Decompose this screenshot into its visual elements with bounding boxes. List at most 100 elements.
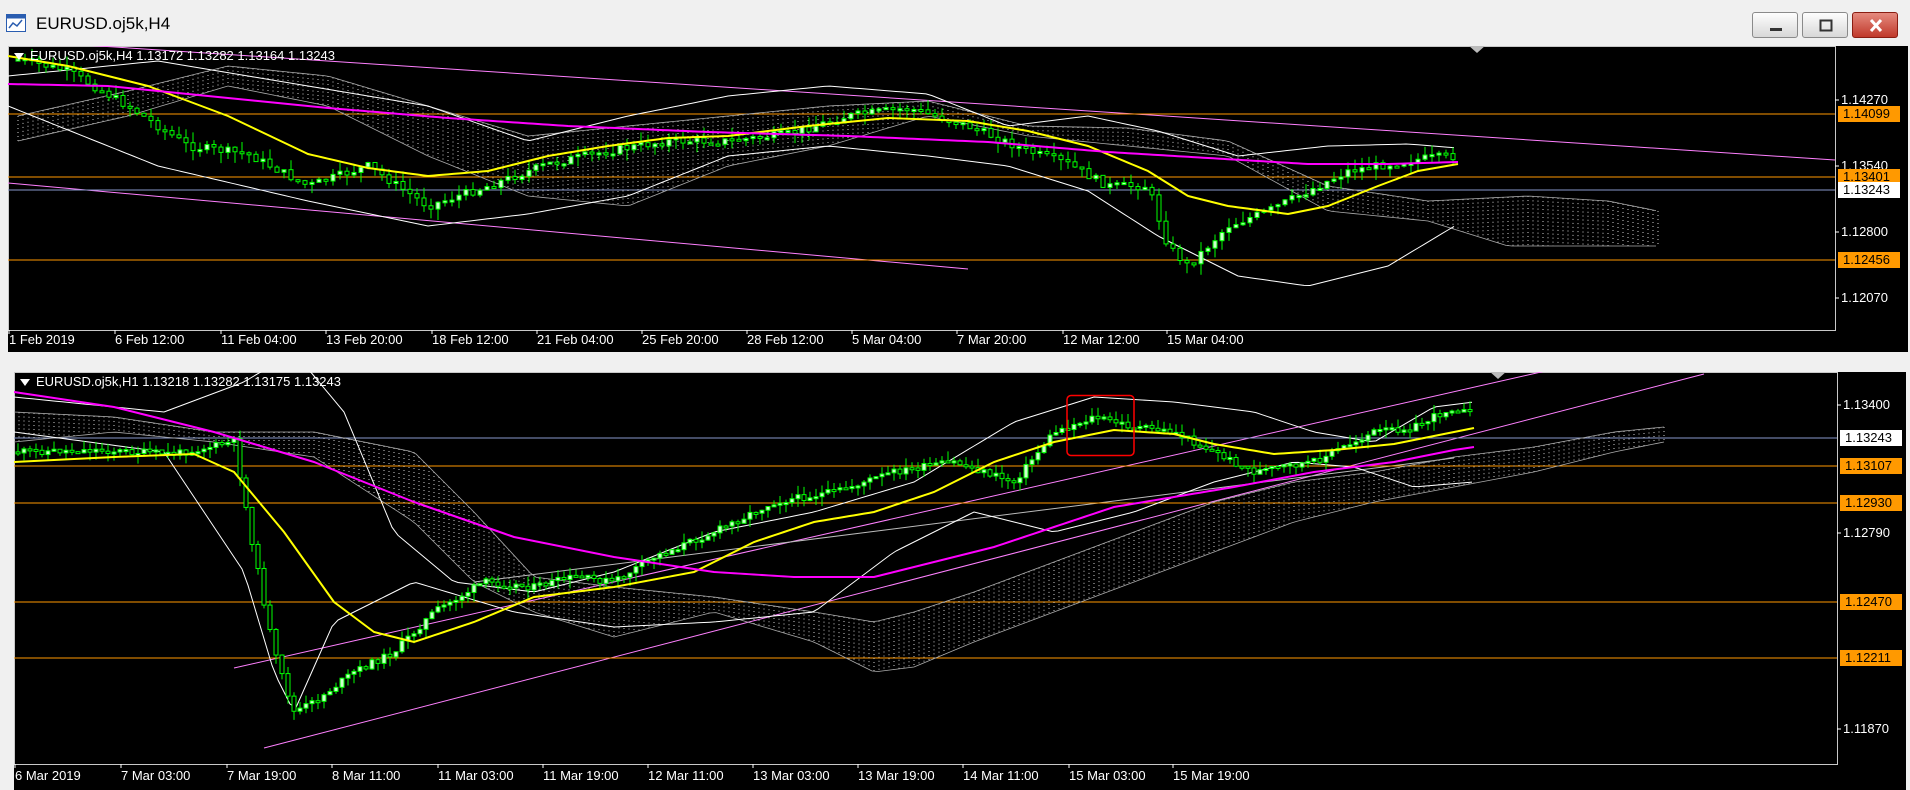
candle-body — [953, 121, 959, 126]
candle-body — [921, 463, 927, 471]
candle-body — [237, 438, 243, 479]
candle-body — [323, 178, 329, 182]
candle-body — [1245, 465, 1251, 469]
h1-chart-canvas[interactable] — [14, 372, 1906, 790]
candle-body — [1125, 421, 1131, 429]
candle-body — [363, 666, 369, 670]
collapse-triangle-icon[interactable] — [20, 378, 30, 386]
candle-body — [441, 604, 447, 608]
price-scale-label: 1.12800 — [1841, 224, 1888, 239]
candle-body — [633, 566, 639, 574]
candle-body — [78, 70, 84, 77]
close-button[interactable] — [1852, 12, 1898, 38]
candle-body — [879, 473, 885, 478]
minimize-button[interactable] — [1752, 12, 1798, 38]
candle-body — [715, 143, 721, 147]
candle-body — [1016, 146, 1022, 150]
candle-body — [568, 156, 574, 165]
candle-body — [621, 576, 627, 580]
candle-body — [1035, 452, 1041, 461]
candle-body — [1317, 457, 1323, 463]
time-scale-label: 11 Mar 03:00 — [438, 768, 514, 783]
candle-body — [43, 62, 49, 68]
candle-body — [1247, 216, 1253, 224]
candle-body — [1413, 422, 1419, 432]
price-scale-label: 1.11870 — [1843, 721, 1890, 736]
maximize-button[interactable] — [1802, 12, 1848, 38]
candle-body — [1128, 182, 1134, 188]
candle-body — [1389, 427, 1395, 431]
candle-body — [267, 604, 273, 630]
candle-body — [87, 449, 93, 453]
candle-body — [1221, 452, 1227, 460]
candle-body — [1107, 416, 1113, 421]
h4-chart-canvas[interactable] — [8, 46, 1908, 352]
candle-body — [1212, 240, 1218, 249]
candle-body — [1269, 465, 1275, 469]
candle-body — [741, 518, 747, 524]
candle-body — [1383, 427, 1389, 431]
candle-body — [771, 504, 777, 508]
candle-body — [615, 576, 621, 582]
candle-body — [64, 66, 70, 71]
candle-body — [526, 169, 532, 177]
candle-body — [519, 175, 525, 181]
candle-body — [465, 591, 471, 597]
candle-body — [1072, 161, 1078, 168]
candle-body — [1268, 206, 1274, 211]
chart-pane-h1[interactable]: EURUSD.oj5k,H1 1.13218 1.13282 1.13175 1… — [14, 372, 1906, 790]
candle-body — [543, 582, 549, 587]
candle-body — [1429, 154, 1435, 158]
candle-body — [627, 572, 633, 578]
candle-body — [105, 450, 111, 454]
candle-body — [981, 128, 987, 132]
candle-body — [169, 130, 175, 136]
candle-body — [333, 686, 339, 692]
candle-body — [1443, 152, 1449, 156]
candle-body — [722, 138, 728, 145]
candle-body — [1142, 186, 1148, 191]
candle-body — [21, 448, 27, 454]
candle-body — [729, 521, 735, 527]
candle-body — [1114, 182, 1120, 186]
candle-body — [807, 497, 813, 502]
plot-frame — [14, 372, 1838, 765]
candle-body — [386, 174, 392, 184]
candle-body — [792, 130, 798, 134]
candle-body — [701, 137, 707, 144]
candle-body — [918, 109, 924, 113]
candle-body — [421, 197, 427, 207]
candle-body — [260, 158, 266, 163]
candle-body — [1005, 478, 1011, 482]
candle-body — [1203, 445, 1209, 450]
candle-body — [659, 143, 665, 147]
candle-body — [429, 611, 435, 620]
collapse-triangle-icon[interactable] — [14, 52, 24, 60]
time-scale-label: 13 Mar 03:00 — [753, 768, 830, 783]
candle-body — [1079, 166, 1085, 170]
chart-header-h1: EURUSD.oj5k,H1 1.13218 1.13282 1.13175 1… — [16, 374, 341, 389]
candle-body — [657, 552, 663, 559]
time-scale-label: 15 Mar 03:00 — [1069, 768, 1146, 783]
candle-body — [309, 700, 315, 705]
candle-body — [1419, 422, 1425, 426]
candle-body — [423, 618, 429, 630]
candle-body — [1037, 150, 1043, 154]
candle-body — [1345, 169, 1351, 178]
candle-body — [547, 161, 553, 165]
price-level-tag: 1.14099 — [1838, 106, 1900, 122]
candle-body — [687, 141, 693, 145]
candle-body — [1254, 211, 1260, 218]
pane-splitter[interactable] — [0, 352, 1910, 372]
candle-body — [699, 539, 705, 543]
candle-body — [15, 451, 21, 455]
candle-body — [1163, 220, 1169, 245]
candle-body — [232, 146, 238, 153]
candle-body — [1215, 449, 1221, 454]
candle-body — [831, 489, 837, 493]
candle-body — [963, 464, 969, 468]
candle-body — [681, 542, 687, 551]
candle-body — [867, 477, 873, 483]
chart-pane-h4[interactable]: EURUSD.oj5k,H4 1.13172 1.13282 1.13164 1… — [8, 46, 1908, 352]
candle-body — [939, 460, 945, 464]
